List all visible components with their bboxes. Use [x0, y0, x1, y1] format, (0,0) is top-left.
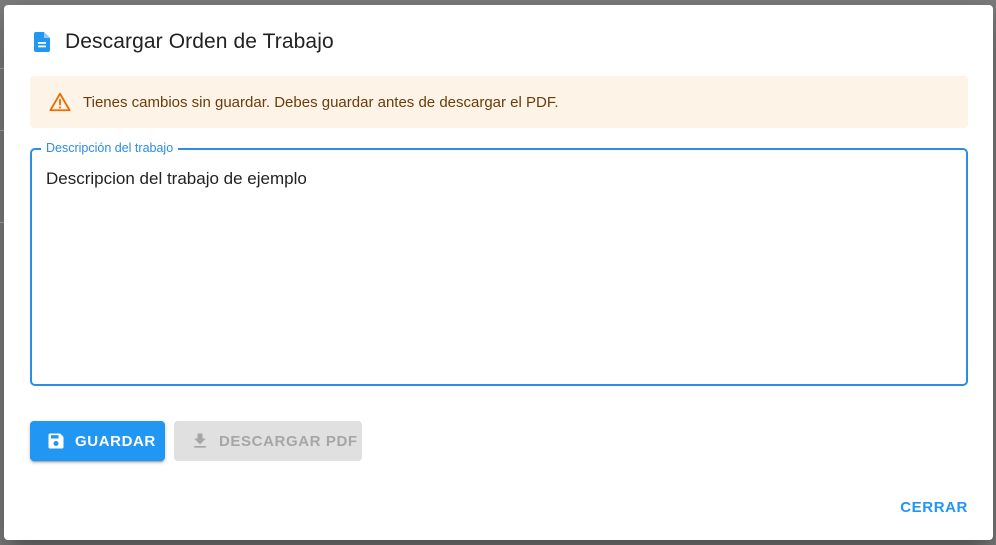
- download-work-order-dialog: Descargar Orden de Trabajo Tienes cambio…: [4, 5, 993, 540]
- document-icon: [30, 30, 54, 54]
- unsaved-changes-alert: Tienes cambios sin guardar. Debes guarda…: [30, 76, 968, 128]
- floppy-disk-icon: [46, 431, 66, 451]
- download-icon: [190, 431, 210, 451]
- dialog-header: Descargar Orden de Trabajo: [30, 27, 334, 57]
- description-field[interactable]: Descripción del trabajo Descripcion del …: [30, 140, 968, 386]
- description-field-label: Descripción del trabajo: [41, 140, 179, 156]
- warning-icon: [49, 91, 71, 113]
- save-button[interactable]: GUARDAR: [30, 421, 165, 461]
- close-button[interactable]: CERRAR: [900, 499, 968, 516]
- description-textarea[interactable]: Descripcion del trabajo de ejemplo: [46, 168, 946, 368]
- download-pdf-button-label: DESCARGAR PDF: [219, 432, 358, 450]
- save-button-label: GUARDAR: [75, 432, 156, 450]
- download-pdf-button[interactable]: DESCARGAR PDF: [174, 421, 362, 461]
- alert-message: Tienes cambios sin guardar. Debes guarda…: [83, 93, 559, 111]
- dialog-title: Descargar Orden de Trabajo: [65, 30, 334, 53]
